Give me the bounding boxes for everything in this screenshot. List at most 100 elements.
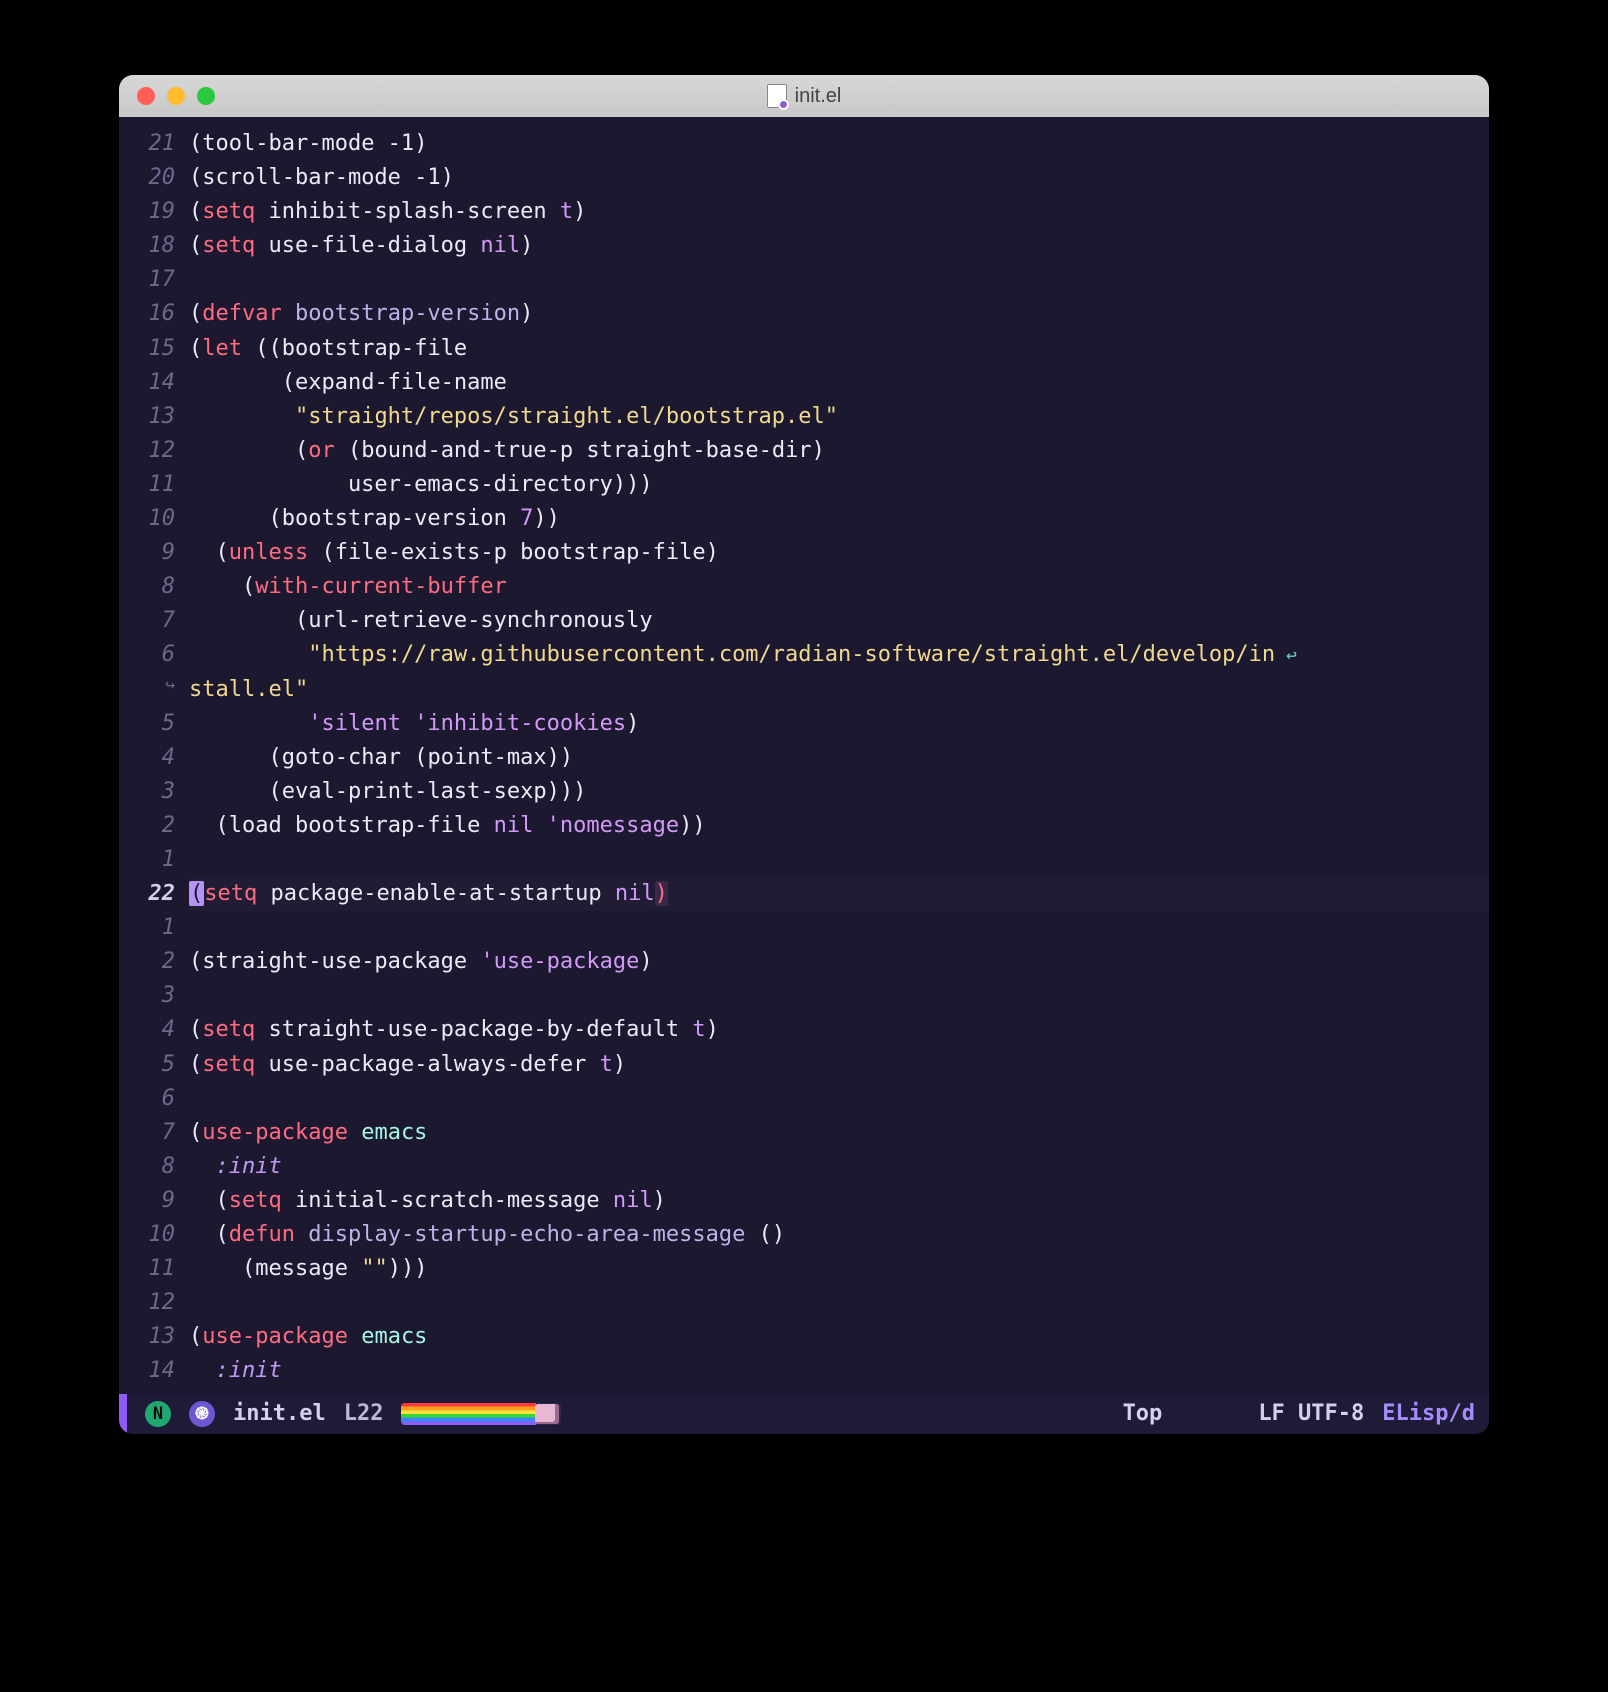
code-line[interactable]: 10 (bootstrap-version 7))	[119, 502, 1489, 536]
line-number: 17	[119, 263, 189, 297]
cursor-position: L22	[344, 1397, 384, 1431]
major-mode-indicator[interactable]: ELisp/d	[1382, 1397, 1475, 1431]
code-line[interactable]: 16(defvar bootstrap-version)	[119, 297, 1489, 331]
code-content[interactable]	[189, 263, 1489, 297]
code-line[interactable]: 8 (with-current-buffer	[119, 570, 1489, 604]
code-line[interactable]: 6	[119, 1082, 1489, 1116]
line-number: 9	[119, 1184, 189, 1218]
nyan-progress[interactable]	[401, 1403, 561, 1425]
line-number: 10	[119, 1218, 189, 1252]
code-content[interactable]: (bootstrap-version 7))	[189, 502, 1489, 536]
code-content[interactable]: (goto-char (point-max))	[189, 741, 1489, 775]
code-line[interactable]: ↪stall.el"	[119, 673, 1489, 707]
wrap-continuation-icon: ↪	[119, 673, 189, 707]
code-line[interactable]: 14 (expand-file-name	[119, 366, 1489, 400]
code-content[interactable]: (or (bound-and-true-p straight-base-dir)	[189, 434, 1489, 468]
code-line[interactable]: 3 (eval-print-last-sexp)))	[119, 775, 1489, 809]
code-content[interactable]: (scroll-bar-mode -1)	[189, 161, 1489, 195]
code-content[interactable]: (url-retrieve-synchronously	[189, 604, 1489, 638]
code-content[interactable]: :init	[189, 1354, 1489, 1388]
code-content[interactable]: (use-package emacs	[189, 1320, 1489, 1354]
encoding-indicator[interactable]: LF UTF-8	[1258, 1397, 1364, 1431]
code-line[interactable]: 9 (unless (file-exists-p bootstrap-file)	[119, 536, 1489, 570]
code-line[interactable]: 3	[119, 979, 1489, 1013]
code-content[interactable]: (tool-bar-mode -1)	[189, 127, 1489, 161]
code-content[interactable]: (use-package emacs	[189, 1116, 1489, 1150]
code-content[interactable]: stall.el"	[189, 673, 1489, 707]
code-content[interactable]: (defun display-startup-echo-area-message…	[189, 1218, 1489, 1252]
line-number: 8	[119, 1150, 189, 1184]
code-content[interactable]: (eval-print-last-sexp)))	[189, 775, 1489, 809]
code-line[interactable]: 11 user-emacs-directory)))	[119, 468, 1489, 502]
zoom-icon[interactable]	[197, 87, 215, 105]
code-content[interactable]	[189, 1286, 1489, 1320]
window-title-text: init.el	[795, 85, 842, 108]
code-line[interactable]: 22(setq package-enable-at-startup nil)	[119, 877, 1489, 911]
line-number: 13	[119, 1320, 189, 1354]
code-line[interactable]: 7(use-package emacs	[119, 1116, 1489, 1150]
code-content[interactable]: "https://raw.githubusercontent.com/radia…	[189, 638, 1489, 672]
line-number: 16	[119, 297, 189, 331]
code-content[interactable]: (setq use-file-dialog nil)	[189, 229, 1489, 263]
line-number: 8	[119, 570, 189, 604]
code-line[interactable]: 5(setq use-package-always-defer t)	[119, 1048, 1489, 1082]
code-line[interactable]: 4(setq straight-use-package-by-default t…	[119, 1013, 1489, 1047]
code-content[interactable]: user-emacs-directory)))	[189, 468, 1489, 502]
code-content[interactable]: :init	[189, 1150, 1489, 1184]
code-content[interactable]: (with-current-buffer	[189, 570, 1489, 604]
code-line[interactable]: 1	[119, 911, 1489, 945]
code-line[interactable]: 15(let ((bootstrap-file	[119, 332, 1489, 366]
code-content[interactable]: (setq inhibit-splash-screen t)	[189, 195, 1489, 229]
code-line[interactable]: 4 (goto-char (point-max))	[119, 741, 1489, 775]
buffer-name[interactable]: init.el	[233, 1397, 326, 1431]
code-line[interactable]: 21(tool-bar-mode -1)	[119, 127, 1489, 161]
minimize-icon[interactable]	[167, 87, 185, 105]
buffer-icon: ֎	[189, 1401, 215, 1427]
code-content[interactable]: (defvar bootstrap-version)	[189, 297, 1489, 331]
code-line[interactable]: 6 "https://raw.githubusercontent.com/rad…	[119, 638, 1489, 672]
code-line[interactable]: 2(straight-use-package 'use-package)	[119, 945, 1489, 979]
code-line[interactable]: 17	[119, 263, 1489, 297]
code-content[interactable]: (message "")))	[189, 1252, 1489, 1286]
code-content[interactable]: (setq package-enable-at-startup nil)	[189, 877, 1489, 911]
code-content[interactable]	[189, 979, 1489, 1013]
code-content[interactable]: (expand-file-name	[189, 366, 1489, 400]
code-line[interactable]: 10 (defun display-startup-echo-area-mess…	[119, 1218, 1489, 1252]
code-content[interactable]	[189, 1082, 1489, 1116]
close-icon[interactable]	[137, 87, 155, 105]
code-line[interactable]: 18(setq use-file-dialog nil)	[119, 229, 1489, 263]
line-number: 19	[119, 195, 189, 229]
code-content[interactable]: (straight-use-package 'use-package)	[189, 945, 1489, 979]
code-content[interactable]: (let ((bootstrap-file	[189, 332, 1489, 366]
line-number: 4	[119, 741, 189, 775]
code-line[interactable]: 12 (or (bound-and-true-p straight-base-d…	[119, 434, 1489, 468]
line-number: 12	[119, 434, 189, 468]
code-content[interactable]: (load bootstrap-file nil 'nomessage))	[189, 809, 1489, 843]
code-content[interactable]: (setq straight-use-package-by-default t)	[189, 1013, 1489, 1047]
line-number: 12	[119, 1286, 189, 1320]
editor-area[interactable]: 21(tool-bar-mode -1)20(scroll-bar-mode -…	[119, 117, 1489, 1434]
code-line[interactable]: 7 (url-retrieve-synchronously	[119, 604, 1489, 638]
code-line[interactable]: 2 (load bootstrap-file nil 'nomessage))	[119, 809, 1489, 843]
code-area[interactable]: 21(tool-bar-mode -1)20(scroll-bar-mode -…	[119, 117, 1489, 1394]
code-line[interactable]: 14 :init	[119, 1354, 1489, 1388]
code-content[interactable]: (unless (file-exists-p bootstrap-file)	[189, 536, 1489, 570]
code-content[interactable]: 'silent 'inhibit-cookies)	[189, 707, 1489, 741]
code-content[interactable]: "straight/repos/straight.el/bootstrap.el…	[189, 400, 1489, 434]
code-line[interactable]: 19(setq inhibit-splash-screen t)	[119, 195, 1489, 229]
code-line[interactable]: 9 (setq initial-scratch-message nil)	[119, 1184, 1489, 1218]
code-line[interactable]: 5 'silent 'inhibit-cookies)	[119, 707, 1489, 741]
code-line[interactable]: 13(use-package emacs	[119, 1320, 1489, 1354]
code-line[interactable]: 12	[119, 1286, 1489, 1320]
code-content[interactable]	[189, 911, 1489, 945]
line-number: 14	[119, 1354, 189, 1388]
code-content[interactable]	[189, 843, 1489, 877]
code-line[interactable]: 11 (message "")))	[119, 1252, 1489, 1286]
code-line[interactable]: 20(scroll-bar-mode -1)	[119, 161, 1489, 195]
code-content[interactable]: (setq initial-scratch-message nil)	[189, 1184, 1489, 1218]
titlebar[interactable]: init.el	[119, 75, 1489, 117]
code-line[interactable]: 13 "straight/repos/straight.el/bootstrap…	[119, 400, 1489, 434]
code-line[interactable]: 8 :init	[119, 1150, 1489, 1184]
code-content[interactable]: (setq use-package-always-defer t)	[189, 1048, 1489, 1082]
code-line[interactable]: 1	[119, 843, 1489, 877]
